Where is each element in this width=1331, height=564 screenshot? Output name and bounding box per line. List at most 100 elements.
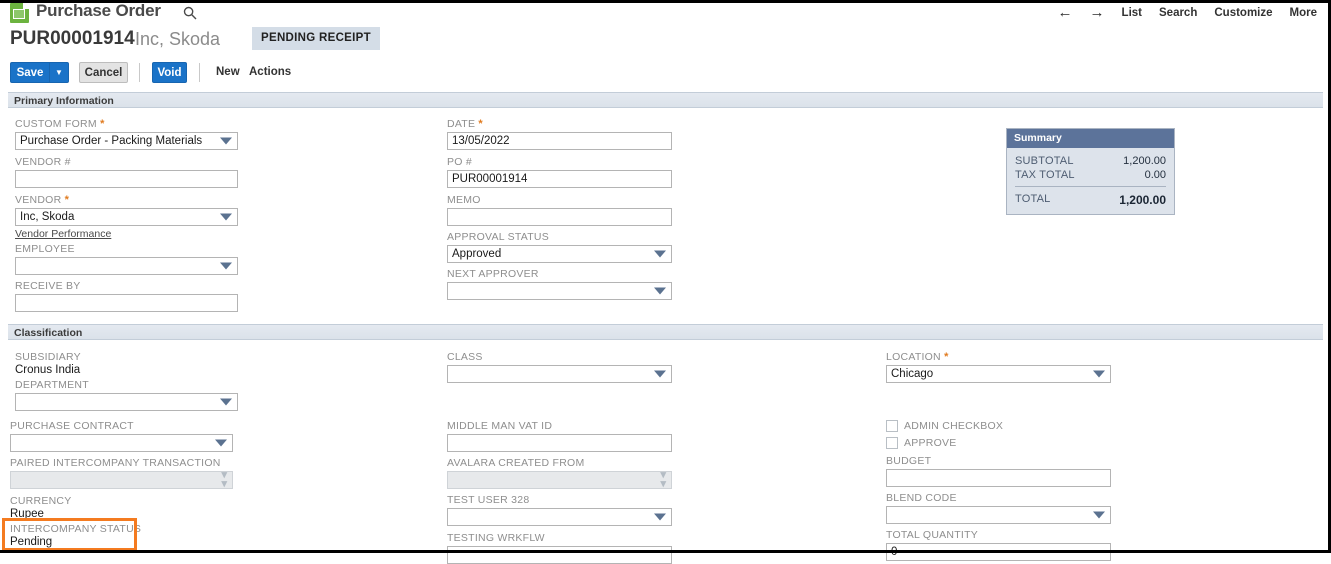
field-po-number: PO # PUR00001914 [447, 156, 672, 188]
field-class: CLASS [447, 351, 672, 383]
section-header-classification: Classification [8, 324, 1323, 340]
total-quantity-input[interactable]: 0 [886, 543, 1111, 561]
field-label: AVALARA CREATED FROM [447, 457, 585, 469]
date-input[interactable]: 13/05/2022 [447, 132, 672, 150]
nav-link-list[interactable]: List [1122, 7, 1142, 19]
field-value: Approved [452, 248, 502, 260]
required-asterisk: * [478, 118, 483, 130]
approval-status-select[interactable]: Approved [447, 245, 672, 263]
vendor-number-input[interactable] [15, 170, 238, 188]
field-budget: BUDGET [886, 455, 1111, 487]
test-user-328-select[interactable] [447, 508, 672, 526]
purchase-contract-select[interactable] [10, 434, 233, 452]
middle-man-vat-id-input[interactable] [447, 434, 672, 452]
summary-title: Summary [1007, 129, 1174, 148]
field-label: TOTAL QUANTITY [886, 529, 978, 541]
chevron-down-icon [220, 137, 232, 145]
field-label: PO # [447, 156, 472, 168]
summary-divider [1015, 186, 1166, 187]
summary-value: 1,200.00 [1119, 193, 1166, 207]
nav-link-search[interactable]: Search [1159, 7, 1197, 19]
actions-menu-button[interactable]: Actions [249, 66, 291, 78]
chevron-down-icon [654, 287, 666, 295]
field-department: DEPARTMENT [15, 379, 238, 411]
field-value: Chicago [891, 368, 934, 380]
chevron-down-icon [654, 513, 666, 521]
summary-row-total: TOTAL 1,200.00 [1007, 192, 1174, 208]
nav-link-more[interactable]: More [1290, 7, 1317, 19]
field-label: CLASS [447, 351, 483, 363]
field-label: PAIRED INTERCOMPANY TRANSACTION [10, 457, 221, 469]
field-vendor-number: VENDOR # [15, 156, 238, 188]
custom-form-select[interactable]: Purchase Order - Packing Materials [15, 132, 238, 150]
arrow-right-icon[interactable]: → [1090, 5, 1105, 20]
next-approver-select[interactable] [447, 282, 672, 300]
vendor-performance-link[interactable]: Vendor Performance [15, 228, 238, 240]
header-nav: ← → List Search Customize More [1058, 5, 1317, 20]
required-asterisk: * [100, 118, 105, 130]
field-label: DEPARTMENT [15, 379, 89, 391]
field-label: DATE [447, 118, 476, 130]
checkbox-label: APPROVE [904, 436, 957, 449]
location-select[interactable]: Chicago [886, 365, 1111, 383]
summary-body: SUBTOTAL 1,200.00 TAX TOTAL 0.00 TOTAL 1… [1007, 148, 1174, 214]
field-blend-code: BLEND CODE [886, 492, 1111, 524]
department-select[interactable] [15, 393, 238, 411]
budget-input[interactable] [886, 469, 1111, 487]
field-test-user-328: TEST USER 328 [447, 494, 672, 526]
employee-select[interactable] [15, 257, 238, 275]
vendor-select[interactable]: Inc, Skoda [15, 208, 238, 226]
section-title: Primary Information [14, 95, 114, 107]
cancel-button[interactable]: Cancel [79, 62, 128, 83]
double-chevron-down-icon: ▾ ▾ [660, 469, 666, 490]
field-purchase-contract: PURCHASE CONTRACT [10, 420, 233, 452]
chevron-down-icon [215, 439, 227, 447]
field-value: PUR00001914 [452, 173, 528, 185]
void-button[interactable]: Void [152, 62, 187, 83]
field-custom-form: CUSTOM FORM * Purchase Order - Packing M… [15, 118, 238, 150]
field-receive-by: RECEIVE BY [15, 280, 238, 312]
record-id: PUR00001914 [10, 28, 135, 49]
field-value: Inc, Skoda [20, 211, 75, 223]
field-label: SUBSIDIARY [15, 351, 81, 363]
field-label: INTERCOMPANY STATUS [10, 523, 142, 535]
field-value: Purchase Order - Packing Materials [20, 135, 203, 147]
subsidiary-value: Cronus India [15, 364, 81, 376]
field-intercompany-status: INTERCOMPANY STATUS Pending [10, 523, 233, 549]
checkbox-approve[interactable]: APPROVE [886, 435, 1111, 450]
arrow-left-icon[interactable]: ← [1058, 5, 1073, 20]
memo-input[interactable] [447, 208, 672, 226]
po-number-input[interactable]: PUR00001914 [447, 170, 672, 188]
field-avalara-created-from: AVALARA CREATED FROM ▾ ▾ [447, 457, 672, 490]
blend-code-select[interactable] [886, 506, 1111, 524]
field-next-approver: NEXT APPROVER [447, 268, 672, 300]
field-label: VENDOR [15, 194, 62, 206]
new-menu-button[interactable]: New [216, 66, 240, 78]
status-badge: PENDING RECEIPT [252, 27, 380, 50]
chevron-down-icon [654, 250, 666, 258]
field-date: DATE * 13/05/2022 [447, 118, 672, 150]
record-name: Inc, Skoda [135, 29, 221, 49]
save-button[interactable]: Save [10, 62, 49, 83]
checkbox-box-approve[interactable] [886, 436, 898, 449]
summary-label: TOTAL [1015, 193, 1051, 205]
field-label: NEXT APPROVER [447, 268, 539, 280]
field-label: TEST USER 328 [447, 494, 530, 506]
summary-label: TAX TOTAL [1015, 169, 1075, 181]
page-title: Purchase Order [36, 1, 161, 20]
field-approval-status: APPROVAL STATUS Approved [447, 231, 672, 263]
class-select[interactable] [447, 365, 672, 383]
save-dropdown-chevron-down-icon[interactable]: ▼ [49, 62, 69, 83]
search-icon[interactable] [183, 6, 197, 20]
toolbar-divider [139, 63, 140, 82]
checkbox-admin-checkbox[interactable]: ADMIN CHECKBOX [886, 418, 1111, 433]
nav-link-customize[interactable]: Customize [1214, 7, 1272, 19]
receive-by-input[interactable] [15, 294, 238, 312]
testing-wrkflw-input[interactable] [447, 546, 672, 564]
currency-value: Rupee [10, 508, 44, 520]
purchase-order-page: Purchase Order ← → List Search Customize… [0, 0, 1331, 564]
field-label: PURCHASE CONTRACT [10, 420, 134, 432]
checkbox-box-admin[interactable] [886, 419, 898, 432]
chevron-down-icon [220, 262, 232, 270]
field-total-quantity: TOTAL QUANTITY 0 [886, 529, 1111, 561]
